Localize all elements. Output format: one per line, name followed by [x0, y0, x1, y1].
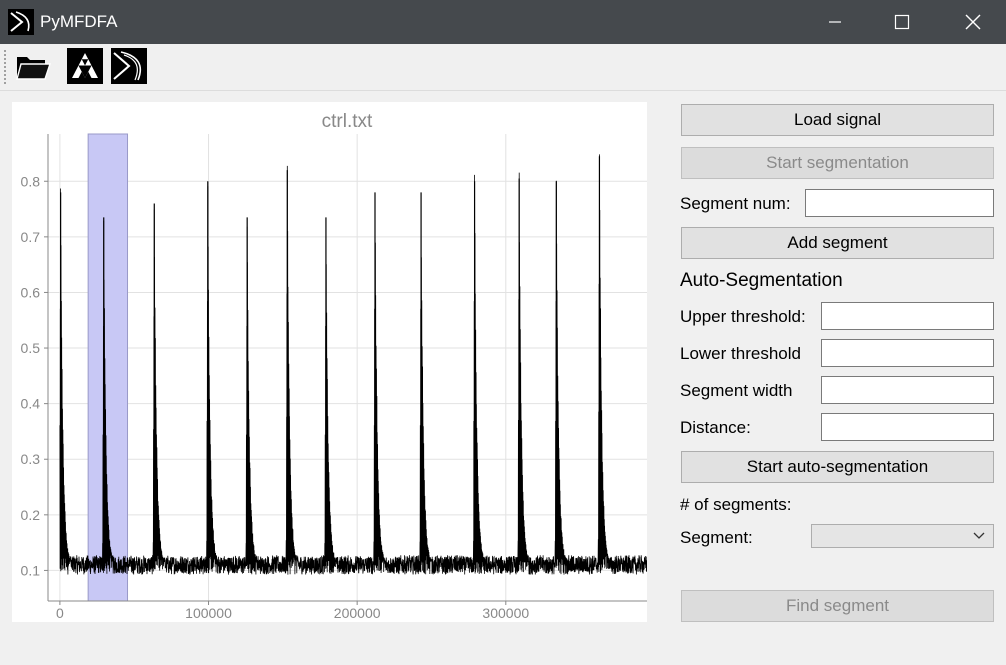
- plot-title: ctrl.txt: [322, 111, 373, 132]
- num-segments-label: # of segments:: [680, 495, 792, 514]
- load-signal-button[interactable]: Load signal: [681, 104, 994, 136]
- segment-select-label: Segment:: [680, 528, 753, 547]
- signal-plot[interactable]: 0.1 0.2 0.3 0.4 0.5 0.6 0.7 0.8 0 100000 200000 30…: [12, 102, 647, 622]
- y-tick-label: 0.3: [21, 451, 41, 467]
- start-auto-segmentation-button[interactable]: Start auto-segmentation: [681, 451, 994, 483]
- auto-segmentation-heading: Auto-Segmentation: [680, 270, 843, 291]
- y-tick-label: 0.8: [21, 173, 41, 189]
- toolbar: [0, 44, 1006, 91]
- window-title: PyMFDFA: [40, 12, 118, 31]
- maximize-button[interactable]: [879, 0, 925, 44]
- open-file-button[interactable]: [15, 48, 51, 84]
- title-bar: PyMFDFA: [0, 0, 1006, 44]
- sierpinski-fractal-icon: [72, 53, 98, 78]
- x-tick-label: 300000: [482, 605, 529, 621]
- y-tick-label: 0.7: [21, 229, 41, 245]
- app-logo-icon: [113, 51, 142, 81]
- segment-num-label: Segment num:: [680, 194, 791, 213]
- y-tick-label: 0.2: [21, 507, 41, 523]
- lower-threshold-label: Lower threshold: [680, 344, 801, 363]
- folder-open-icon: [16, 57, 51, 80]
- minimize-button[interactable]: [812, 0, 858, 44]
- y-tick-label: 0.5: [21, 340, 41, 356]
- mfdfa-button[interactable]: [67, 48, 103, 84]
- close-icon: [965, 14, 981, 30]
- segment-select[interactable]: [811, 524, 994, 548]
- x-tick-label: 200000: [334, 605, 381, 621]
- x-tick-label: 0: [56, 605, 64, 621]
- segment-num-input[interactable]: [805, 189, 994, 217]
- close-button[interactable]: [950, 0, 996, 44]
- toolbar-grip[interactable]: [4, 50, 6, 84]
- signal-chart[interactable]: 0.1 0.2 0.3 0.4 0.5 0.6 0.7 0.8 0 100000 200000 30…: [12, 102, 647, 622]
- x-tick-label: 100000: [185, 605, 232, 621]
- chevron-down-icon: [973, 532, 985, 539]
- signal-trace: [59, 154, 647, 575]
- distance-input[interactable]: [821, 413, 994, 441]
- y-tick-label: 0.1: [21, 562, 41, 578]
- distance-label: Distance:: [680, 418, 751, 437]
- minimize-icon: [829, 21, 841, 23]
- add-segment-button[interactable]: Add segment: [681, 227, 994, 259]
- signal-line: [59, 154, 647, 575]
- y-tick-label: 0.4: [21, 396, 41, 412]
- lower-threshold-input[interactable]: [821, 339, 994, 367]
- upper-threshold-input[interactable]: [821, 302, 994, 330]
- find-segment-button[interactable]: Find segment: [681, 590, 994, 622]
- segment-width-input[interactable]: [821, 376, 994, 404]
- segment-width-label: Segment width: [680, 381, 793, 400]
- y-tick-label: 0.6: [21, 284, 41, 300]
- start-segmentation-button[interactable]: Start segmentation: [681, 147, 994, 179]
- upper-threshold-label: Upper threshold:: [680, 307, 806, 326]
- app-logo-icon: [8, 9, 34, 35]
- maximize-icon: [894, 14, 910, 30]
- about-button[interactable]: [111, 48, 147, 84]
